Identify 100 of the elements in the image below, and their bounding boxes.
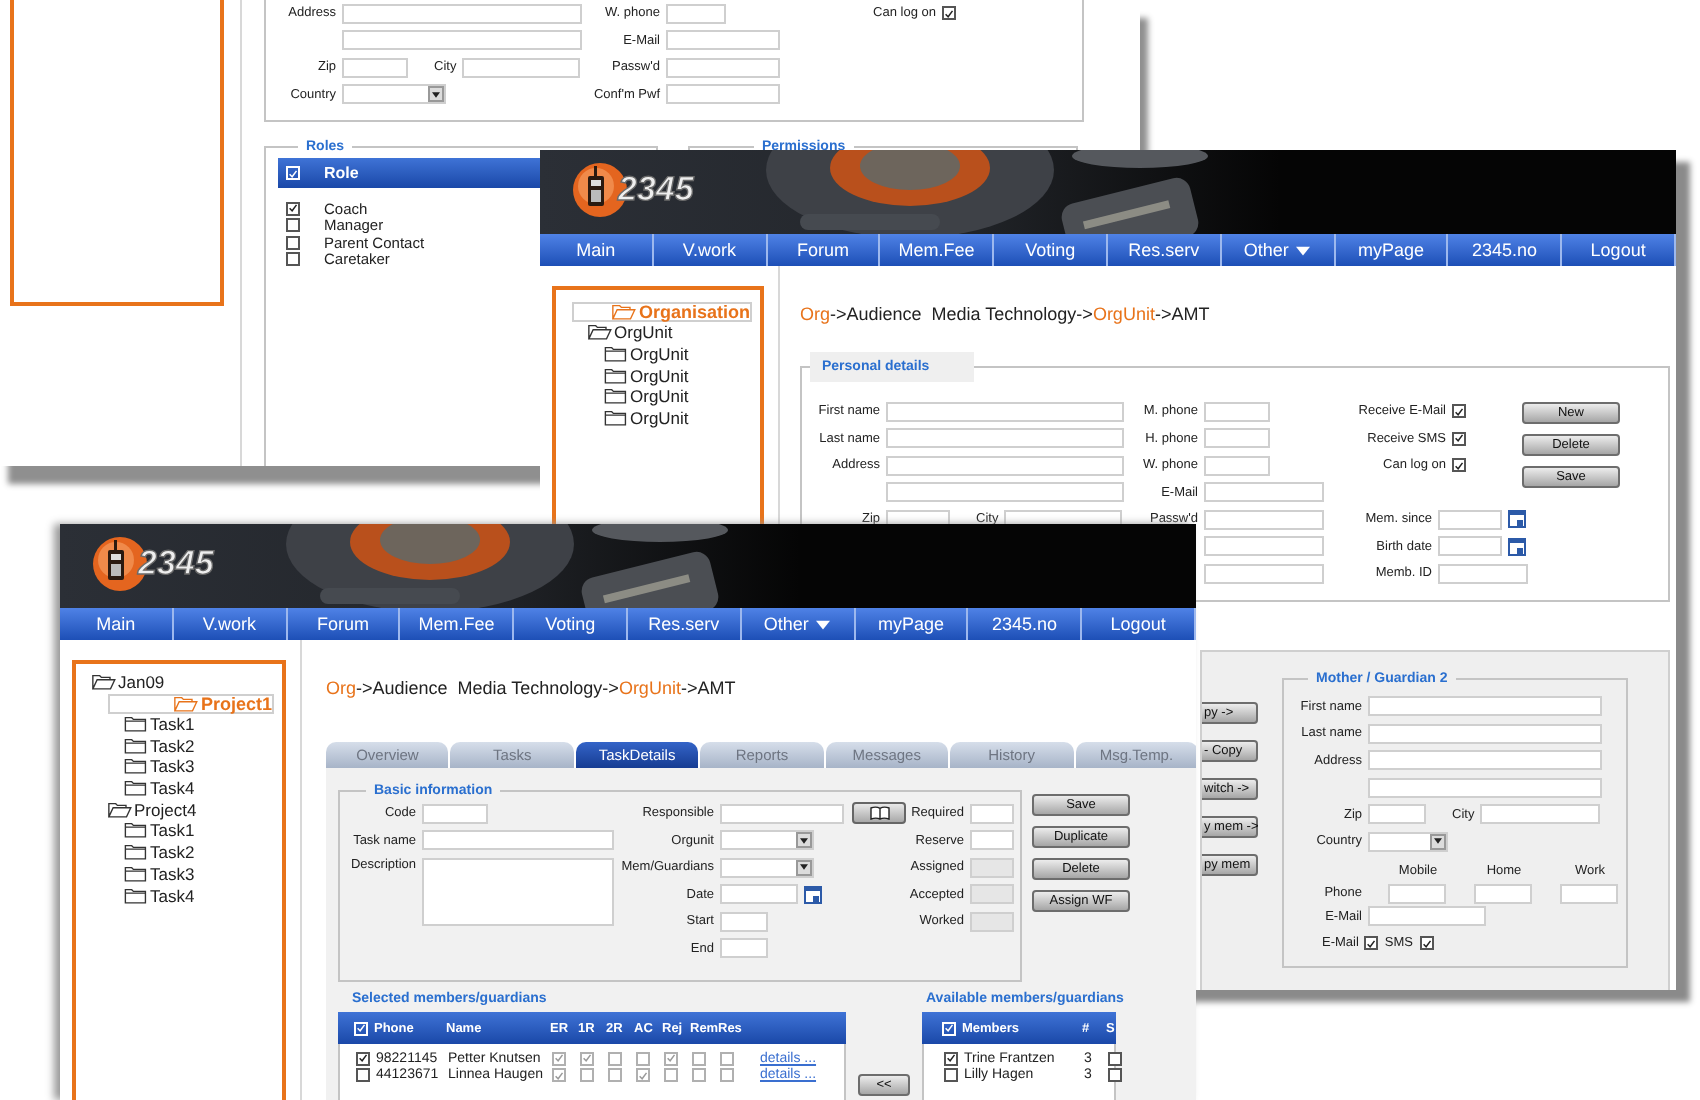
nav-item[interactable]: Main [60, 608, 174, 640]
text-field[interactable] [970, 911, 1014, 932]
tree-item[interactable]: Project4 [108, 798, 197, 821]
nav-item[interactable]: Voting [514, 608, 628, 640]
text-field[interactable] [1474, 883, 1532, 903]
text-field[interactable] [720, 938, 768, 959]
checkbox[interactable] [664, 1051, 678, 1066]
checkbox[interactable] [636, 1051, 650, 1066]
text-field[interactable] [1388, 883, 1446, 903]
nav-item[interactable]: Forum [767, 234, 881, 266]
text-field[interactable] [1204, 509, 1324, 530]
caret-icon[interactable] [432, 91, 440, 98]
calendar-icon[interactable] [1508, 510, 1526, 529]
tree-item[interactable]: Task2 [124, 841, 195, 863]
checkbox[interactable] [1419, 936, 1434, 951]
text-field[interactable] [1438, 509, 1502, 530]
text-field[interactable] [970, 803, 1014, 824]
text-field[interactable] [1368, 777, 1602, 798]
text-field[interactable] [886, 455, 1124, 476]
tree-item[interactable]: OrgUnit [588, 322, 673, 344]
breadcrumb-link[interactable]: OrgUnit [1092, 304, 1155, 324]
checkbox[interactable] [286, 252, 300, 267]
nav-item[interactable]: V.work [173, 608, 288, 640]
lookup-button[interactable] [852, 802, 906, 825]
nav-item[interactable]: Logout [1082, 608, 1196, 640]
text-field[interactable] [1204, 563, 1324, 584]
checkbox[interactable] [1452, 458, 1466, 473]
breadcrumb-link[interactable]: Org [800, 304, 831, 324]
text-field[interactable] [970, 884, 1014, 905]
text-field[interactable] [666, 57, 780, 78]
text-field[interactable] [422, 830, 614, 851]
nav-item[interactable]: Mem.Fee [880, 234, 995, 266]
checkbox[interactable] [1108, 1051, 1122, 1066]
checkbox[interactable] [942, 6, 956, 21]
nav-item[interactable]: myPage [855, 608, 969, 640]
text-field[interactable] [1368, 723, 1602, 744]
text-field[interactable] [1480, 804, 1601, 825]
nav-item[interactable]: Mem.Fee [400, 608, 515, 640]
text-field[interactable] [886, 482, 1124, 503]
text-field[interactable] [970, 830, 1014, 851]
text-field[interactable] [720, 911, 768, 932]
text-field[interactable] [666, 84, 780, 105]
checkbox[interactable] [664, 1068, 678, 1083]
tree-item[interactable]: Task1 [124, 713, 195, 735]
checkbox[interactable] [692, 1051, 706, 1066]
checkbox[interactable] [286, 201, 300, 216]
tree-item[interactable]: Task3 [124, 756, 195, 778]
nav-item[interactable]: Voting [994, 234, 1108, 266]
breadcrumb-link[interactable]: Org [326, 678, 357, 698]
checkbox[interactable] [608, 1068, 622, 1083]
text-field[interactable] [342, 57, 408, 78]
text-field[interactable] [1204, 536, 1324, 557]
tree-item[interactable]: OrgUnit [604, 407, 689, 429]
tree-item[interactable]: Task3 [124, 863, 195, 885]
text-field[interactable] [970, 857, 1014, 878]
text-field[interactable] [666, 3, 726, 24]
checkbox[interactable] [636, 1068, 650, 1083]
nav-item[interactable]: Logout [1562, 234, 1676, 266]
checkbox[interactable] [1364, 936, 1379, 951]
checkbox[interactable] [356, 1051, 370, 1066]
tree-item[interactable]: Jan09 [92, 672, 165, 694]
tree-item[interactable]: OrgUnit [604, 343, 689, 365]
nav-item[interactable]: Res.serv [627, 608, 742, 640]
text-field[interactable] [1438, 563, 1528, 584]
calendar-icon[interactable] [1508, 537, 1526, 556]
nav-item[interactable]: 2345.no [1448, 234, 1563, 266]
text-field[interactable] [720, 884, 798, 905]
text-field[interactable] [342, 30, 582, 51]
text-field[interactable] [1368, 696, 1602, 717]
text-field[interactable] [1438, 536, 1502, 557]
checkbox[interactable] [692, 1068, 706, 1083]
checkbox[interactable] [552, 1051, 566, 1066]
text-field[interactable] [1368, 750, 1602, 771]
text-field[interactable] [342, 3, 582, 24]
tree-item[interactable]: Task4 [124, 777, 195, 799]
text-field[interactable] [1368, 804, 1426, 825]
checkbox[interactable] [1452, 404, 1466, 419]
text-field[interactable] [720, 803, 844, 824]
calendar-icon[interactable] [804, 885, 822, 904]
nav-item[interactable]: Res.serv [1107, 234, 1222, 266]
tree-item[interactable]: Project1 [108, 693, 274, 714]
nav-item[interactable]: Main [540, 234, 654, 266]
caret-icon[interactable] [800, 837, 808, 844]
checkbox[interactable] [580, 1068, 594, 1083]
tree-item[interactable]: Task2 [124, 734, 195, 757]
text-area[interactable] [422, 858, 614, 926]
checkbox[interactable] [580, 1051, 594, 1066]
text-field[interactable] [886, 401, 1124, 422]
text-field[interactable] [666, 30, 780, 51]
text-field[interactable] [1204, 482, 1324, 503]
tree-item[interactable]: OrgUnit [604, 364, 689, 387]
nav-item[interactable]: Forum [287, 608, 401, 640]
caret-icon[interactable] [800, 864, 808, 871]
nav-item[interactable]: Other [1221, 234, 1336, 266]
caret-icon[interactable] [1434, 838, 1442, 845]
checkbox[interactable] [944, 1068, 958, 1083]
checkbox[interactable] [552, 1068, 566, 1083]
checkbox[interactable] [720, 1051, 734, 1066]
text-field[interactable] [1204, 428, 1270, 449]
tree-item[interactable]: Task1 [124, 820, 195, 842]
